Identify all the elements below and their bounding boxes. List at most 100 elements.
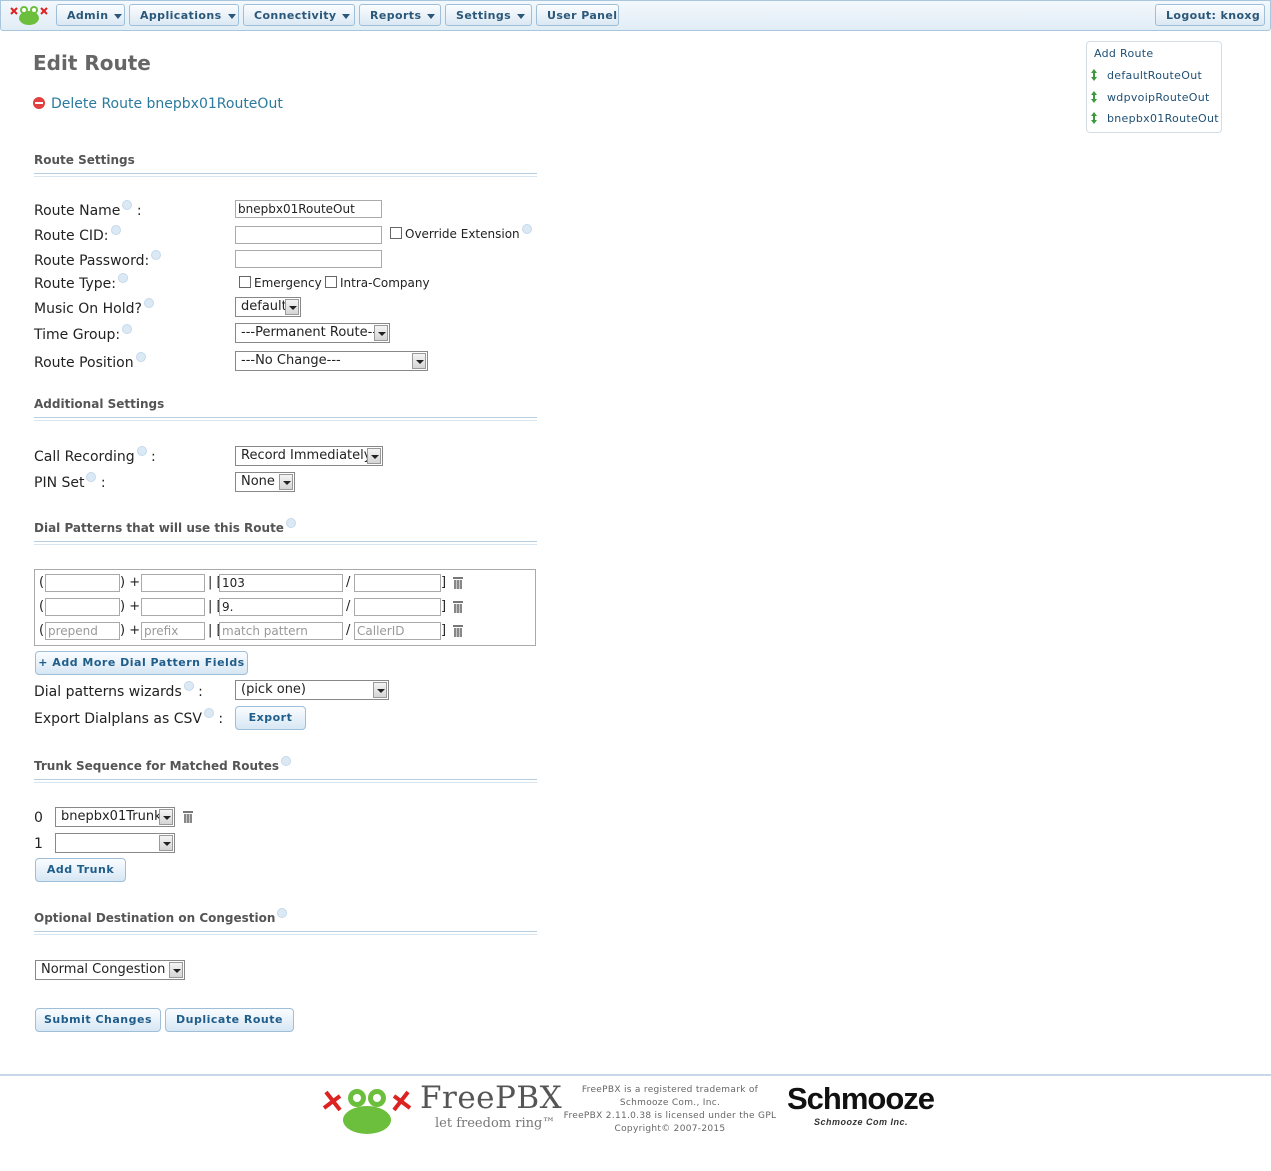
help-icon[interactable] [135,352,146,362]
pin-set-label: PIN Set : [34,472,106,491]
intra-company-checkbox[interactable] [325,275,337,288]
add-trunk-button[interactable]: Add Trunk [35,858,126,882]
legal-line-4: Copyright© 2007-2015 [614,1124,726,1134]
menu-admin[interactable]: Admin [56,4,125,26]
schmooze-logo[interactable]: Schmooze [787,1081,935,1117]
trunk-index: 0 [34,810,43,826]
time-group-select[interactable]: ---Permanent Route--- [235,323,390,343]
prefix-input[interactable]: prefix [141,622,205,640]
menu-reports-label: Reports [370,9,422,22]
prepend-input[interactable] [45,574,120,592]
freepbx-frog-logo-icon[interactable] [9,4,49,26]
route-name-input[interactable]: bnepbx01RouteOut [235,200,382,218]
menu-connectivity[interactable]: Connectivity [243,4,355,26]
section-heading-route-settings: Route Settings [34,153,135,167]
page-title: Edit Route [33,51,151,75]
help-icon[interactable] [143,298,154,308]
callerid-input[interactable] [354,574,441,592]
logout-button[interactable]: Logout: knoxg [1155,4,1265,26]
match-pattern-input[interactable]: 103 [219,574,343,592]
paren-plus: ) + [120,575,141,590]
match-pattern-input[interactable]: match pattern [219,622,343,640]
duplicate-route-button[interactable]: Duplicate Route [165,1008,294,1032]
help-icon[interactable] [122,324,133,334]
help-icon[interactable] [117,273,128,283]
help-icon[interactable] [86,472,97,482]
route-password-input[interactable] [235,250,382,268]
music-on-hold-select[interactable]: default [235,297,301,317]
trash-icon[interactable] [453,577,463,589]
menu-connectivity-label: Connectivity [254,9,337,22]
music-on-hold-value: default [241,299,287,314]
route-position-select[interactable]: ---No Change--- [235,351,428,371]
delete-route-link[interactable]: Delete Route bnepbx01RouteOut [33,96,283,112]
route-link-defaultrouteout[interactable]: defaultRouteOut [1107,69,1202,82]
help-icon[interactable] [151,250,162,260]
route-list-sidebar: Add Route defaultRouteOut wdpvoipRouteOu… [1086,41,1222,133]
help-icon[interactable] [183,681,194,691]
help-icon[interactable] [277,908,288,918]
congestion-destination-select[interactable]: Normal Congestion [35,960,185,980]
help-icon[interactable] [110,225,121,235]
section-divider [34,173,537,177]
user-panel-label: User Panel [547,9,618,22]
call-recording-select[interactable]: Record Immediately [235,446,383,466]
override-extension-checkbox[interactable] [390,226,402,239]
user-panel-link[interactable]: User Panel [536,4,619,26]
callerid-input[interactable]: CallerID [354,622,441,640]
menu-reports[interactable]: Reports [359,4,441,26]
route-cid-input[interactable] [235,226,382,244]
emergency-checkbox[interactable] [239,275,251,288]
congestion-destination-value: Normal Congestion [41,962,166,977]
help-icon[interactable] [136,446,147,456]
route-name-label-text: Route Name [34,203,121,219]
menu-settings[interactable]: Settings [445,4,532,26]
reorder-arrows-icon[interactable] [1091,91,1097,103]
match-pattern-input[interactable]: 9. [219,598,343,616]
callerid-input[interactable] [354,598,441,616]
help-icon[interactable] [285,518,296,528]
help-icon[interactable] [281,756,291,766]
route-password-label: Route Password: [34,250,162,269]
trash-icon[interactable] [453,601,463,613]
chevron-down-icon [342,13,351,19]
trash-icon[interactable] [453,625,463,637]
paren-open: ( [39,623,45,638]
menu-applications-label: Applications [140,9,222,22]
intra-company-option: Intra-Company [325,275,430,290]
congestion-heading-text: Optional Destination on Congestion [34,911,276,925]
add-more-dial-patterns-button[interactable]: + Add More Dial Pattern Fields [35,651,248,675]
route-position-label: Route Position [34,352,146,371]
route-link-wdpvoiprouteout[interactable]: wdpvoipRouteOut [1107,91,1210,104]
prepend-input[interactable]: prepend [45,622,120,640]
trunk-select[interactable] [55,833,175,853]
reorder-arrows-icon[interactable] [1091,69,1097,81]
export-button[interactable]: Export [235,706,306,730]
trunk-index: 1 [34,836,43,852]
prefix-input[interactable] [141,598,205,616]
trash-icon[interactable] [183,811,193,823]
bracket-close: ] [441,575,447,590]
pin-set-select[interactable]: None [235,472,295,492]
dial-patterns-wizards-label: Dial patterns wizards : [34,681,203,700]
trunk-select[interactable]: bnepbx01Trunk [55,807,175,827]
paren-open: ( [39,599,45,614]
music-on-hold-label-text: Music On Hold? [34,301,142,317]
pin-set-label-text: PIN Set [34,475,85,491]
section-divider [34,779,537,783]
freepbx-frog-logo-icon[interactable] [322,1082,412,1138]
trunk-value: bnepbx01Trunk [61,809,162,824]
reorder-arrows-icon[interactable] [1091,112,1097,124]
help-icon[interactable] [122,200,133,210]
prepend-input[interactable] [45,598,120,616]
menu-applications[interactable]: Applications [129,4,239,26]
dial-patterns-wizards-select[interactable]: (pick one) [235,680,389,700]
help-icon[interactable] [203,708,214,718]
add-route-link[interactable]: Add Route [1094,47,1153,60]
dial-patterns-wizards-label-text: Dial patterns wizards [34,684,182,700]
submit-changes-button[interactable]: Submit Changes [35,1008,161,1032]
route-link-bnepbx01routeout[interactable]: bnepbx01RouteOut [1107,112,1219,125]
help-icon[interactable] [521,224,532,234]
route-position-label-text: Route Position [34,355,134,371]
prefix-input[interactable] [141,574,205,592]
